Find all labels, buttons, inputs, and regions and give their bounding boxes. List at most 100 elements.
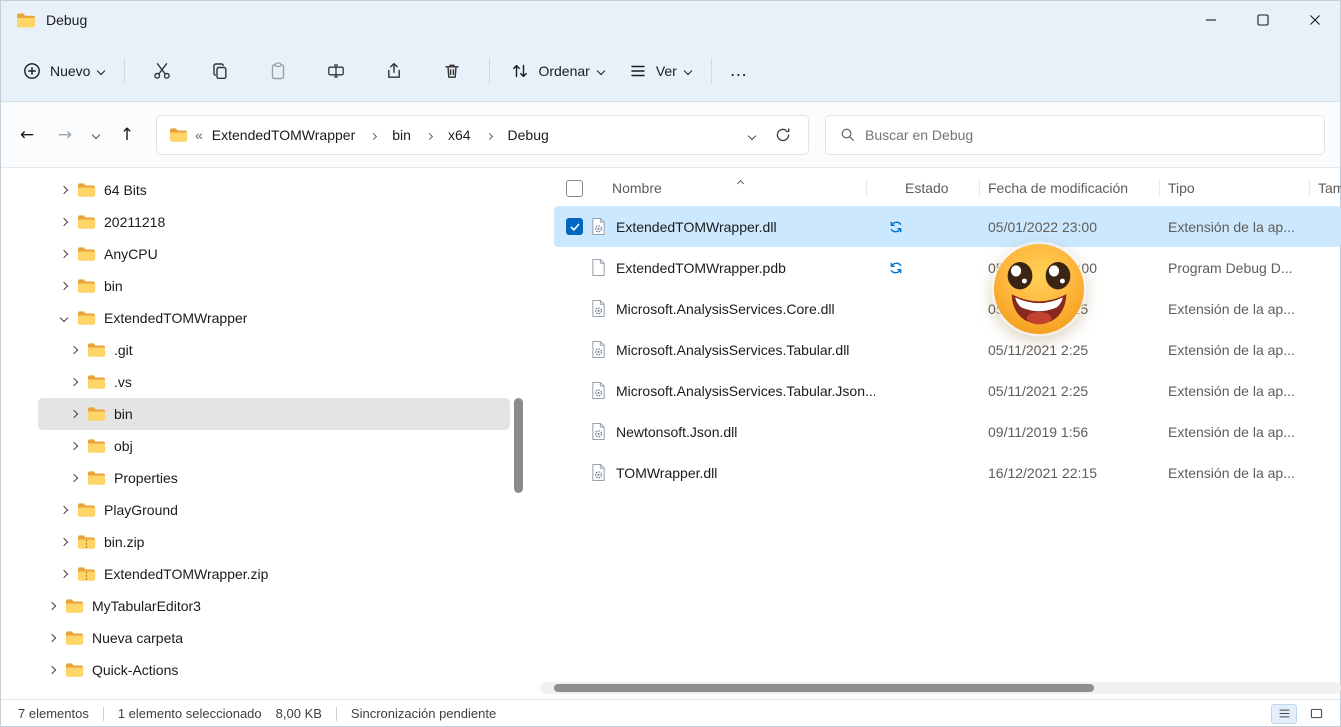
view-button[interactable]: Ver [616, 52, 703, 90]
search-box[interactable] [825, 115, 1325, 155]
breadcrumb-bar[interactable]: « ExtendedTOMWrapper bin x64 Debug [156, 115, 809, 155]
scrollbar-thumb[interactable] [514, 398, 523, 493]
sidebar-item[interactable]: bin [38, 270, 510, 302]
chevron-right-icon[interactable] [56, 571, 72, 577]
breadcrumb-item[interactable]: x64 [446, 124, 473, 146]
sidebar-item[interactable]: Nueva carpeta [38, 622, 510, 654]
up-button[interactable]: ↑ [110, 118, 144, 152]
cut-button[interactable] [142, 52, 182, 90]
sidebar-item[interactable]: MyTabularEditor3 [38, 590, 510, 622]
sidebar-item[interactable]: .git [38, 334, 510, 366]
file-row[interactable]: Microsoft.AnalysisServices.Tabular.Json.… [540, 370, 1341, 411]
folder-icon [65, 630, 84, 646]
chevron-right-icon[interactable] [44, 635, 60, 641]
chevron-right-icon[interactable] [56, 283, 72, 289]
more-options-button[interactable]: … [720, 53, 758, 89]
column-header-name[interactable]: Nombre [590, 170, 875, 206]
chevron-right-icon[interactable] [56, 251, 72, 257]
sidebar-item-label: bin [114, 406, 133, 422]
file-row-selected[interactable]: ExtendedTOMWrapper.dll 05/01/2022 23:00 … [540, 206, 1341, 247]
sidebar-item[interactable]: AnyCPU [38, 238, 510, 270]
dll-file-icon [590, 340, 607, 359]
scrollbar-thumb[interactable] [554, 684, 1094, 692]
sidebar-item[interactable]: ExtendedTOMWrapper.zip [38, 558, 510, 590]
zip-folder-icon [77, 534, 96, 550]
details-view-button[interactable] [1271, 704, 1297, 724]
column-header-date[interactable]: Fecha de modificación [988, 170, 1168, 206]
close-button[interactable] [1289, 0, 1341, 40]
breadcrumb-item[interactable]: ExtendedTOMWrapper [210, 124, 357, 146]
chevron-right-icon[interactable] [56, 539, 72, 545]
delete-button[interactable] [432, 52, 472, 90]
sidebar-item[interactable]: 20211218 [38, 206, 510, 238]
chevron-right-icon[interactable] [44, 667, 60, 673]
file-row[interactable]: ExtendedTOMWrapper.pdb 05/01/2022 23:00 … [540, 247, 1341, 288]
paste-button[interactable] [258, 52, 298, 90]
folder-icon [87, 406, 106, 422]
search-input[interactable] [865, 127, 1310, 143]
column-header-status[interactable]: Estado [875, 170, 988, 206]
trash-icon [442, 61, 462, 81]
sidebar-item[interactable]: ExtendedTOMWrapper [38, 302, 510, 334]
file-row[interactable]: Newtonsoft.Json.dll 09/11/2019 1:56 Exte… [540, 411, 1341, 452]
file-row[interactable]: TOMWrapper.dll 16/12/2021 22:15 Extensió… [540, 452, 1341, 493]
maximize-button[interactable] [1237, 0, 1289, 40]
column-header-size[interactable]: Tam [1318, 180, 1341, 196]
horizontal-scrollbar[interactable] [540, 682, 1341, 694]
thumbnails-view-icon [1309, 706, 1324, 721]
chevron-right-icon[interactable] [66, 411, 82, 417]
new-button[interactable]: Nuevo [10, 52, 116, 90]
sidebar-item-label: Quick-Actions [92, 662, 178, 678]
sidebar-item[interactable]: Properties [38, 462, 510, 494]
address-dropdown-chevron[interactable] [741, 126, 763, 144]
chevron-right-icon[interactable] [56, 507, 72, 513]
check-icon [569, 221, 581, 233]
sidebar-item[interactable]: .vs [38, 366, 510, 398]
rename-button[interactable] [316, 52, 356, 90]
chevron-right-icon[interactable] [66, 443, 82, 449]
chevron-right-icon [487, 126, 492, 144]
copy-button[interactable] [200, 52, 240, 90]
sidebar-scrollbar[interactable] [512, 168, 526, 699]
chevron-right-icon[interactable] [66, 347, 82, 353]
chevron-right-icon[interactable] [56, 219, 72, 225]
sidebar-item[interactable]: Quick-Actions [38, 654, 510, 686]
file-name: Microsoft.AnalysisServices.Tabular.Json.… [616, 383, 875, 399]
dll-file-icon [590, 299, 607, 318]
sidebar-item[interactable]: 64 Bits [38, 174, 510, 206]
select-all-checkbox[interactable] [566, 180, 583, 197]
file-type: Extensión de la ap... [1168, 465, 1318, 481]
minimize-button[interactable] [1185, 0, 1237, 40]
sidebar-item-label: ExtendedTOMWrapper [104, 310, 247, 326]
breadcrumb-overflow-indicator[interactable]: « [195, 127, 203, 143]
sidebar-item-label: obj [114, 438, 133, 454]
refresh-icon[interactable] [770, 122, 796, 148]
chevron-right-icon[interactable] [66, 475, 82, 481]
chevron-right-icon[interactable] [66, 379, 82, 385]
sort-button[interactable]: Ordenar [498, 52, 615, 90]
breadcrumb-item[interactable]: bin [390, 124, 413, 146]
sidebar-item-label: bin.zip [104, 534, 144, 550]
sidebar-item[interactable]: obj [38, 430, 510, 462]
file-row[interactable]: Microsoft.AnalysisServices.Tabular.dll 0… [540, 329, 1341, 370]
file-type: Extensión de la ap... [1168, 219, 1318, 235]
history-dropdown-chevron[interactable] [86, 132, 106, 138]
column-header-type[interactable]: Tipo [1168, 170, 1318, 206]
sidebar-item[interactable]: bin.zip [38, 526, 510, 558]
item-count: 7 elementos [18, 706, 89, 721]
chevron-down-icon[interactable] [56, 315, 72, 321]
plus-circle-icon [22, 61, 42, 81]
file-row[interactable]: Microsoft.AnalysisServices.Core.dll 05/1… [540, 288, 1341, 329]
share-button[interactable] [374, 52, 414, 90]
sidebar-item-selected[interactable]: bin [38, 398, 510, 430]
folder-icon [87, 438, 106, 454]
dll-file-icon [590, 217, 607, 236]
sidebar-item[interactable]: PlayGround [38, 494, 510, 526]
breadcrumb-item[interactable]: Debug [506, 124, 551, 146]
row-checkbox-checked[interactable] [566, 218, 583, 235]
back-button[interactable]: ← [10, 118, 44, 152]
forward-button[interactable]: → [48, 118, 82, 152]
large-icons-view-button[interactable] [1303, 704, 1329, 724]
chevron-right-icon[interactable] [56, 187, 72, 193]
chevron-right-icon[interactable] [44, 603, 60, 609]
